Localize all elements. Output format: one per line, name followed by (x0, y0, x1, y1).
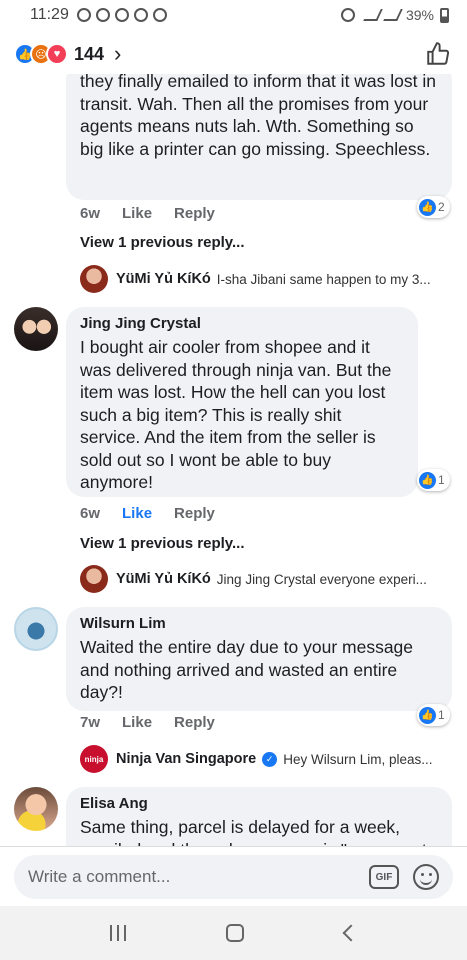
view-previous-replies[interactable]: View 1 previous reply... (80, 234, 245, 251)
reply-author[interactable]: YüMi Yủ KíKó (116, 571, 211, 587)
ninja-van-avatar[interactable]: ninja (80, 745, 108, 773)
like-icon: 👍 (419, 471, 436, 489)
recent-apps-button[interactable] (110, 925, 127, 941)
eye-icon (114, 8, 129, 22)
like-post-button[interactable] (423, 39, 453, 69)
avatar[interactable] (80, 265, 108, 293)
like-button[interactable]: Like (122, 205, 152, 222)
reply-author[interactable]: Ninja Van Singapore (116, 751, 256, 767)
reply-text: Jing Jing Crystal everyone experi... (216, 571, 427, 587)
phone-icon (133, 8, 148, 22)
like-count: 1 (438, 708, 445, 722)
reaction-count[interactable]: 144 (74, 44, 104, 65)
comment-actions: 6w Like Reply (80, 205, 215, 222)
gif-button[interactable]: GIF (369, 865, 399, 889)
comment-input[interactable] (28, 867, 369, 887)
like-count-badge[interactable]: 👍 1 (417, 469, 450, 491)
like-count-badge[interactable]: 👍 2 (417, 196, 450, 218)
comment-author[interactable]: Wilsurn Lim (80, 615, 438, 632)
like-count-badge[interactable]: 👍 1 (417, 704, 450, 726)
comment-bubble[interactable]: Wilsurn Lim Waited the entire day due to… (66, 607, 452, 711)
reply-preview[interactable]: YüMi Yủ KíKó Jing Jing Crystal everyone … (116, 571, 452, 587)
comment-bubble[interactable]: Jing Jing Crystal I bought air cooler fr… (66, 307, 418, 497)
view-previous-replies[interactable]: View 1 previous reply... (80, 535, 245, 552)
status-time: 11:29 (30, 6, 69, 23)
comment-composer-bar: GIF (0, 846, 467, 906)
battery-icon (440, 7, 449, 23)
comment-age: 7w (80, 714, 101, 731)
like-icon: 👍 (419, 706, 436, 724)
system-nav-bar (0, 906, 467, 960)
comment-actions: 6w Like Reply (80, 505, 215, 522)
reply-button[interactable]: Reply (174, 505, 215, 522)
emoji-icon[interactable] (413, 864, 439, 890)
like-icon: 👍 (419, 198, 436, 216)
whatsapp-icon (95, 8, 110, 22)
reply-preview[interactable]: Ninja Van Singapore ✓ Hey Wilsurn Lim, p… (116, 751, 452, 767)
battery-percent: 39% (405, 7, 434, 23)
avatar[interactable] (14, 607, 58, 651)
reply-preview[interactable]: YüMi Yủ KíKó I-sha Jibani same happen to… (116, 271, 452, 287)
verified-badge-icon: ✓ (262, 751, 278, 767)
love-icon: ♥ (46, 43, 68, 65)
home-button[interactable] (226, 924, 245, 942)
comment-text: they finally emailed to inform that it w… (80, 74, 436, 159)
avatar[interactable] (80, 565, 108, 593)
comment-age: 6w (80, 205, 101, 222)
like-button[interactable]: Like (122, 505, 152, 522)
comment-text: Waited the entire day due to your messag… (80, 637, 414, 702)
comment-bubble[interactable]: they finally emailed to inform that it w… (66, 74, 452, 200)
comment-composer[interactable]: GIF (14, 855, 453, 899)
reply-button[interactable]: Reply (174, 714, 215, 731)
comments-feed[interactable]: they finally emailed to inform that it w… (0, 74, 467, 846)
comment-author[interactable]: Elisa Ang (80, 795, 438, 812)
like-count: 2 (438, 200, 445, 214)
comment-text: I bought air cooler from shopee and it w… (80, 337, 392, 492)
comment-bubble[interactable]: Elisa Ang Same thing, parcel is delayed … (66, 787, 452, 846)
reply-button[interactable]: Reply (174, 205, 215, 222)
avatar[interactable] (14, 307, 58, 351)
thumbs-up-icon (427, 42, 450, 65)
comment-text: Same thing, parcel is delayed for a week… (80, 817, 427, 846)
signal-icon (383, 9, 403, 21)
reply-text: I-sha Jibani same happen to my 3... (216, 271, 431, 287)
comment-age: 6w (80, 505, 101, 522)
comment-actions: 7w Like Reply (80, 714, 215, 731)
whatsapp-icon (76, 8, 91, 22)
alarm-icon (340, 8, 355, 22)
phone-icon (152, 8, 167, 22)
reactions-header[interactable]: 👍 ☹ ♥ 144 › (0, 34, 467, 74)
status-bar: 11:29 39% (0, 0, 467, 30)
wifi-icon (363, 9, 383, 21)
like-count: 1 (438, 473, 445, 487)
like-button[interactable]: Like (122, 714, 152, 731)
chevron-right-icon[interactable]: › (114, 41, 121, 67)
avatar[interactable] (14, 787, 58, 831)
reply-text: Hey Wilsurn Lim, pleas... (283, 751, 433, 767)
comment-author[interactable]: Jing Jing Crystal (80, 315, 404, 332)
reply-author[interactable]: YüMi Yủ KíKó (116, 271, 211, 287)
back-button[interactable] (342, 924, 360, 942)
